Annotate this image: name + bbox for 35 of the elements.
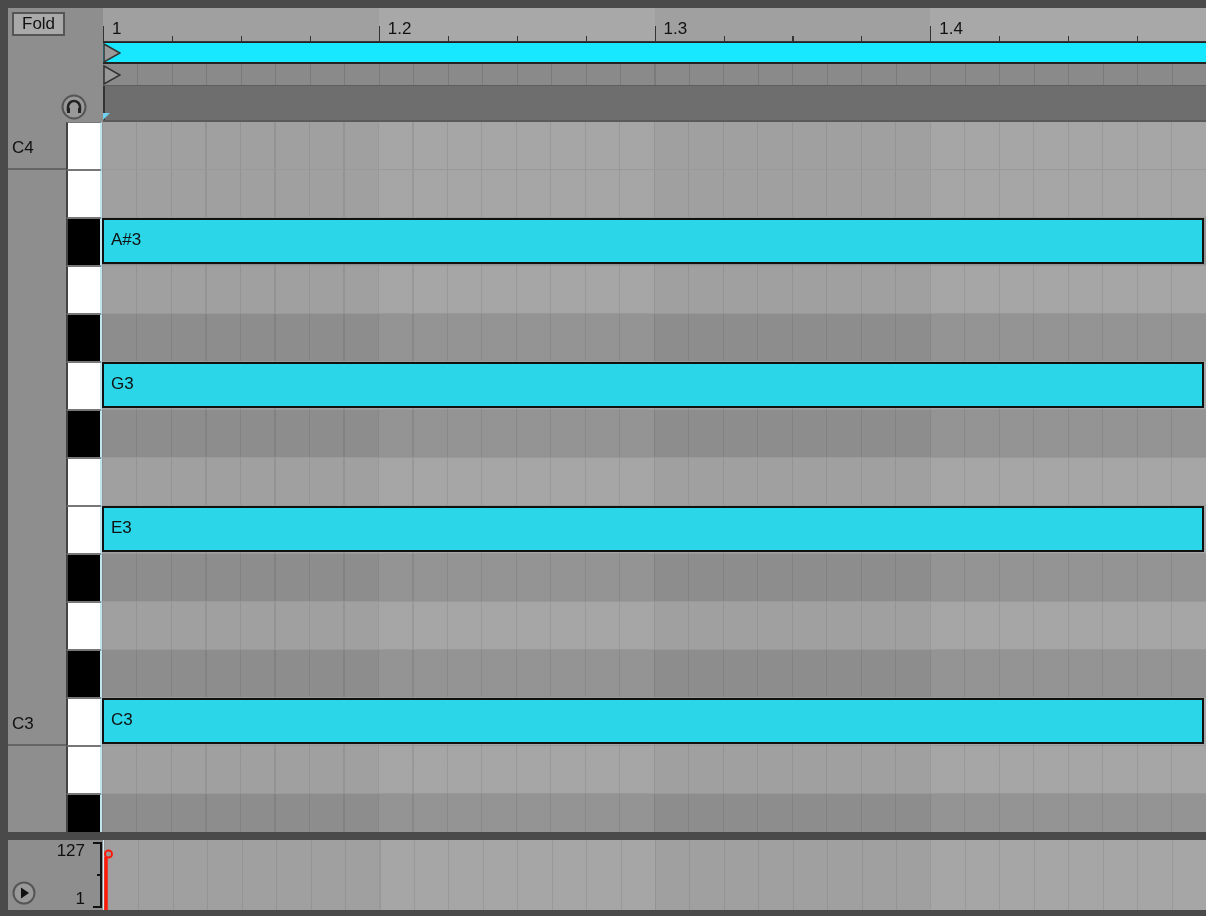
pitch-label: C4 [12, 138, 34, 158]
bar-label: 1 [112, 19, 122, 39]
piano-key[interactable] [66, 746, 102, 794]
midi-note[interactable]: E3 [102, 506, 1204, 552]
piano-key[interactable] [66, 122, 102, 170]
piano-key[interactable] [66, 410, 102, 458]
piano-key[interactable] [66, 506, 102, 554]
piano-key[interactable] [66, 602, 102, 650]
corner-marker-icon [103, 113, 110, 120]
piano-key[interactable] [66, 458, 102, 506]
bar-label: 1.2 [387, 19, 412, 39]
bar-label: 1.3 [663, 19, 688, 39]
piano-key[interactable] [66, 794, 102, 832]
piano-key[interactable] [66, 314, 102, 362]
velocity-scale-drawing [91, 840, 103, 910]
piano-key[interactable] [66, 362, 102, 410]
midi-note[interactable]: G3 [102, 362, 1204, 408]
play-icon[interactable] [12, 881, 36, 905]
clip-bar[interactable] [103, 42, 1206, 64]
piano-key[interactable] [66, 650, 102, 698]
midi-note[interactable]: A#3 [102, 218, 1204, 264]
pitch-label: C3 [12, 714, 34, 734]
piano-key[interactable] [66, 698, 102, 746]
pitch-row-header [8, 794, 66, 832]
velocity-min-label: 1 [75, 889, 85, 909]
bar-label: 1.4 [939, 19, 963, 39]
midi-note[interactable]: C3 [102, 698, 1204, 744]
fold-button[interactable]: Fold [12, 12, 66, 36]
velocity-marker[interactable] [104, 849, 114, 910]
piano-key[interactable] [66, 554, 102, 602]
velocity-max-label: 127 [56, 841, 85, 861]
piano-key[interactable] [66, 266, 102, 314]
headphones-icon[interactable] [61, 94, 87, 120]
piano-key[interactable] [66, 218, 102, 266]
piano-key[interactable] [66, 170, 102, 218]
